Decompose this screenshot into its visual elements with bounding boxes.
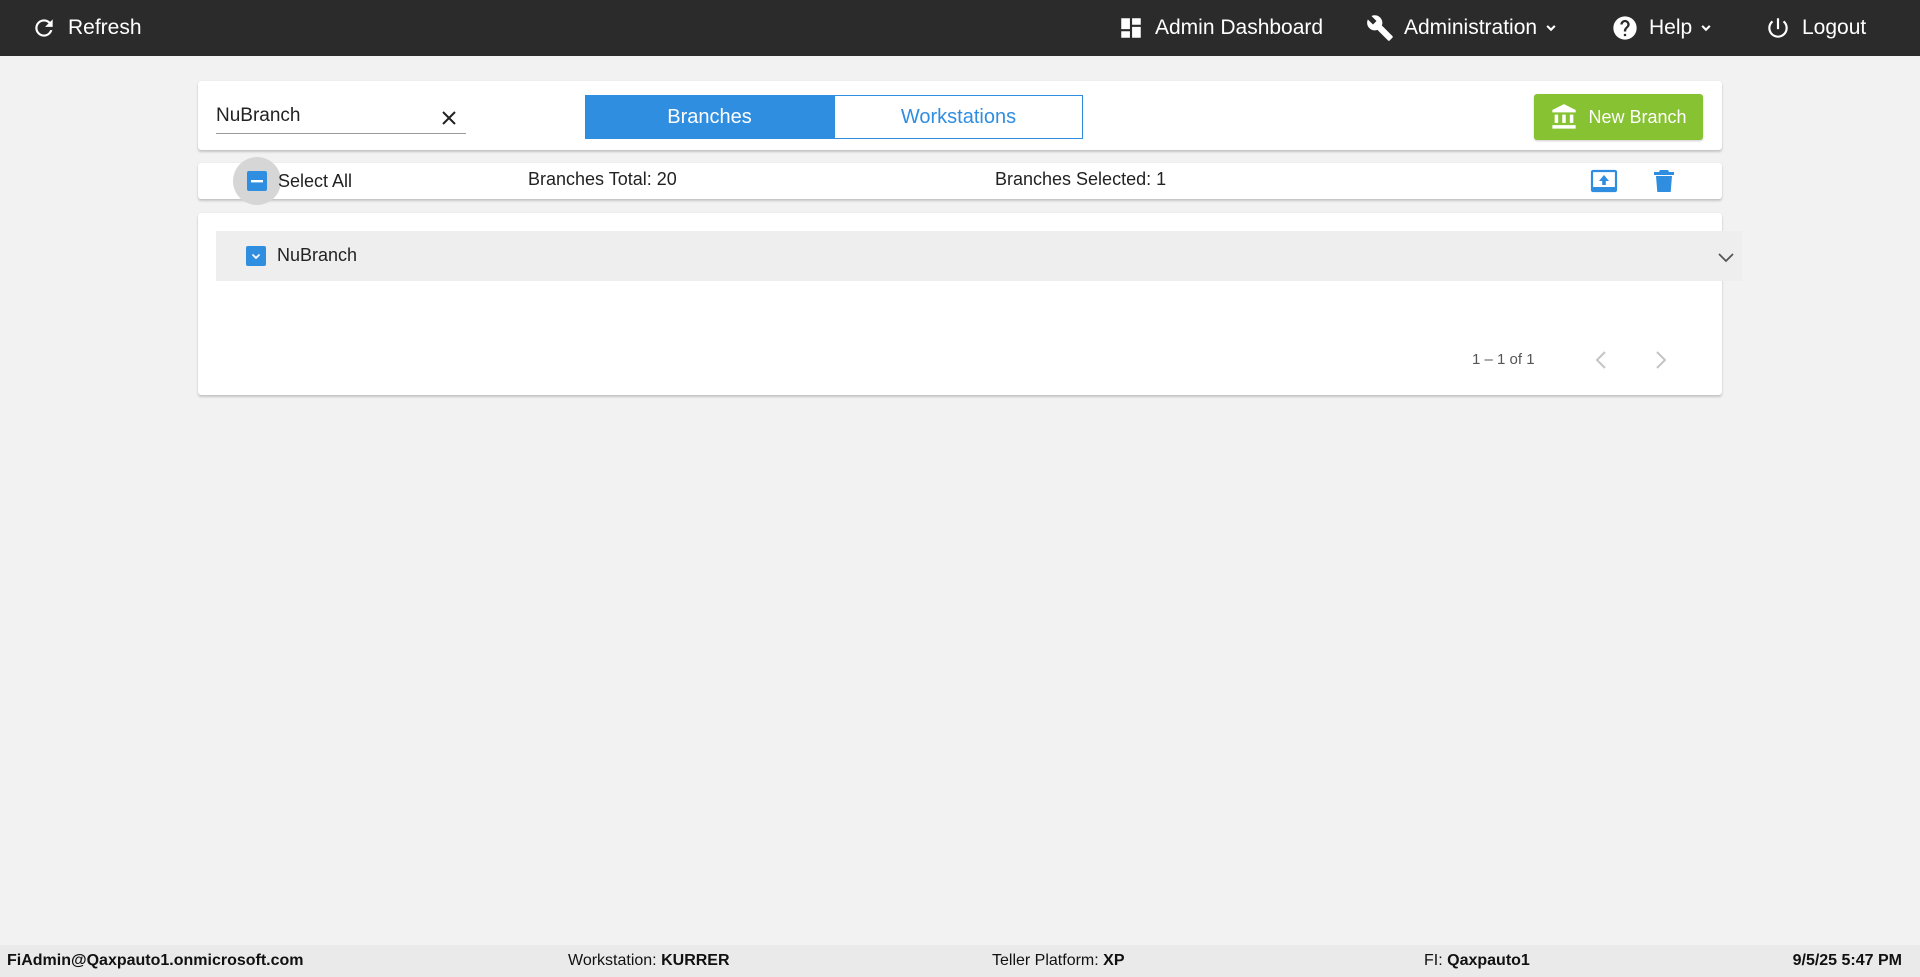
branches-total: Branches Total: 20 (528, 169, 677, 189)
footer-datetime: 9/5/25 5:47 PM (1792, 952, 1902, 969)
select-all-checkbox[interactable] (233, 157, 281, 205)
tab-branches[interactable]: Branches (585, 95, 834, 139)
admin-dashboard-button[interactable]: Admin Dashboard (1117, 0, 1323, 56)
footer-fi: FI: Qaxpauto1 (1424, 952, 1530, 969)
selection-bar: Select All Branches Total: 20 Branches S… (198, 157, 1722, 205)
footer-workstation: Workstation: KURRER (568, 952, 730, 969)
chevron-down-icon (1698, 20, 1714, 36)
help-label: Help (1649, 16, 1693, 39)
administration-label: Administration (1404, 16, 1538, 39)
chevron-down-icon[interactable] (1716, 247, 1736, 267)
power-icon (1764, 14, 1792, 42)
pagination-range: 1 – 1 of 1 (1472, 351, 1535, 368)
footer-user: FiAdmin@Qaxpauto1.onmicrosoft.com (7, 952, 304, 969)
chevron-right-icon[interactable] (1651, 348, 1671, 372)
status-footer: FiAdmin@Qaxpauto1.onmicrosoft.com Workst… (0, 945, 1920, 977)
upload-icon[interactable] (1590, 167, 1618, 195)
help-icon (1611, 14, 1639, 42)
wrench-icon (1366, 14, 1394, 42)
logout-label: Logout (1802, 16, 1867, 39)
toolbar-card: Branches Workstations New Branch (198, 81, 1722, 150)
help-menu[interactable]: Help (1611, 0, 1714, 56)
list-item[interactable]: NuBranch (216, 231, 1742, 281)
search-field (216, 101, 466, 134)
bank-icon (1550, 103, 1578, 131)
row-checkbox[interactable] (246, 246, 266, 266)
admin-dashboard-label: Admin Dashboard (1155, 16, 1324, 39)
refresh-button[interactable]: Refresh (30, 0, 142, 56)
footer-teller-platform: Teller Platform: XP (992, 952, 1125, 969)
new-branch-button[interactable]: New Branch (1534, 94, 1703, 140)
chevron-left-icon[interactable] (1591, 348, 1611, 372)
tab-workstations-label: Workstations (900, 105, 1017, 128)
refresh-icon (30, 14, 58, 42)
trash-icon[interactable] (1651, 168, 1677, 194)
tab-workstations[interactable]: Workstations (834, 95, 1083, 139)
new-branch-label: New Branch (1588, 106, 1687, 127)
select-all-label: Select All (278, 171, 353, 191)
branch-list-card: NuBranch 1 – 1 of 1 (198, 213, 1742, 395)
clear-icon[interactable] (440, 109, 458, 127)
refresh-label: Refresh (68, 16, 142, 39)
top-nav-bar: Refresh Admin Dashboard Administration H… (0, 0, 1920, 56)
administration-menu[interactable]: Administration (1366, 0, 1559, 56)
branches-selected: Branches Selected: 1 (995, 169, 1167, 189)
indeterminate-icon (247, 171, 267, 191)
tab-branches-label: Branches (667, 105, 752, 128)
dashboard-icon (1117, 14, 1145, 42)
logout-button[interactable]: Logout (1764, 0, 1866, 56)
chevron-down-icon (1543, 20, 1559, 36)
list-item-label: NuBranch (277, 245, 358, 265)
search-input[interactable] (216, 101, 426, 131)
